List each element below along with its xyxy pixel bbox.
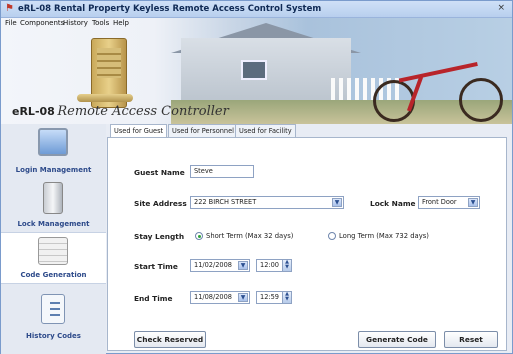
short-term-label: Short Term (Max 32 days) xyxy=(206,232,294,240)
code-generation-icon xyxy=(38,237,68,265)
sidebar-item-history-codes[interactable]: History Codes xyxy=(1,288,106,348)
keypad-lock-icon xyxy=(43,182,63,214)
reset-button[interactable]: Reset xyxy=(444,331,498,348)
site-address-label: Site Address xyxy=(134,199,187,208)
tab-used-for-guest[interactable]: Used for Guest xyxy=(110,124,168,138)
end-date-value: 11/08/2008 xyxy=(194,293,233,301)
short-term-radio[interactable] xyxy=(195,232,203,240)
guest-name-input[interactable]: Steve xyxy=(190,165,254,178)
chevron-down-icon[interactable]: ▼ xyxy=(332,198,342,207)
brand-script: Remote Access Controller xyxy=(57,104,229,119)
brand-model: eRL-08 xyxy=(12,105,55,118)
site-address-value: 222 BIRCH STREET xyxy=(194,198,257,206)
start-time-value: 12:00 xyxy=(260,261,280,269)
long-term-radio[interactable] xyxy=(328,232,336,240)
menu-tools[interactable]: Tools xyxy=(92,19,109,27)
history-list-icon xyxy=(41,294,65,324)
guest-form-panel: Guest Name Steve Site Address 222 BIRCH … xyxy=(107,137,507,351)
app-icon: ⚑ xyxy=(5,3,14,14)
house-window xyxy=(241,60,267,80)
spin-arrows-icon[interactable]: ▲ ▼ xyxy=(282,260,291,271)
title-bar: ⚑ eRL-08 Rental Property Keyless Remote … xyxy=(1,1,512,18)
generate-code-button[interactable]: Generate Code xyxy=(358,331,436,348)
menu-components[interactable]: Components xyxy=(20,19,64,27)
stay-length-label: Stay Length xyxy=(134,232,185,241)
menu-file[interactable]: File xyxy=(5,19,17,27)
lock-name-value: Front Door xyxy=(422,198,457,206)
computer-icon xyxy=(38,128,68,156)
menu-bar: File Components History Tools Help xyxy=(1,18,512,30)
lock-name-select[interactable]: Front Door ▼ xyxy=(418,196,480,209)
sidebar-item-label: Code Generation xyxy=(20,271,87,279)
sidebar-item-lock-management[interactable]: Lock Management xyxy=(1,180,106,232)
start-date-value: 11/02/2008 xyxy=(194,261,233,269)
long-term-label: Long Term (Max 732 days) xyxy=(339,232,429,240)
chevron-down-icon[interactable]: ▼ xyxy=(468,198,478,207)
banner-image: eRL-08 Remote Access Controller xyxy=(1,18,512,124)
start-date-picker[interactable]: 11/02/2008 ▼ xyxy=(190,259,250,272)
close-icon[interactable]: × xyxy=(497,3,505,13)
end-time-label: End Time xyxy=(134,294,173,303)
start-time-label: Start Time xyxy=(134,262,178,271)
chevron-down-icon[interactable]: ▼ xyxy=(238,261,248,270)
lock-name-label: Lock Name xyxy=(370,199,416,208)
start-time-stepper[interactable]: 12:00 ▲ ▼ xyxy=(256,259,292,272)
sidebar-item-code-generation[interactable]: Code Generation xyxy=(1,232,106,284)
window-title: eRL-08 Rental Property Keyless Remote Ac… xyxy=(18,4,322,14)
tab-used-for-personnel[interactable]: Used for Personnel xyxy=(168,124,238,137)
site-address-select[interactable]: 222 BIRCH STREET ▼ xyxy=(190,196,344,209)
sidebar-item-label: History Codes xyxy=(26,332,81,340)
end-time-value: 12:59 xyxy=(260,293,280,301)
end-date-picker[interactable]: 11/08/2008 ▼ xyxy=(190,291,250,304)
menu-history[interactable]: History xyxy=(63,19,88,27)
brand-logo: eRL-08 Remote Access Controller xyxy=(12,104,229,119)
menu-help[interactable]: Help xyxy=(113,19,129,27)
sidebar-item-login-management[interactable]: Login Management xyxy=(1,124,106,180)
chevron-down-icon[interactable]: ▼ xyxy=(238,293,248,302)
sidebar-item-label: Login Management xyxy=(15,166,92,174)
check-reserved-button[interactable]: Check Reserved xyxy=(134,331,206,348)
tab-used-for-facility[interactable]: Used for Facility xyxy=(235,124,296,137)
end-time-stepper[interactable]: 12:59 ▲ ▼ xyxy=(256,291,292,304)
spin-arrows-icon[interactable]: ▲ ▼ xyxy=(282,292,291,303)
guest-name-label: Guest Name xyxy=(134,168,185,177)
lock-lever xyxy=(77,94,133,102)
sidebar: Login Management Lock Management Code Ge… xyxy=(1,124,106,354)
sidebar-item-label: Lock Management xyxy=(17,220,90,228)
app-window: eRL-08 Remote Access Controller ⚑ eRL-08… xyxy=(0,0,513,354)
keypad-keys xyxy=(97,48,121,78)
